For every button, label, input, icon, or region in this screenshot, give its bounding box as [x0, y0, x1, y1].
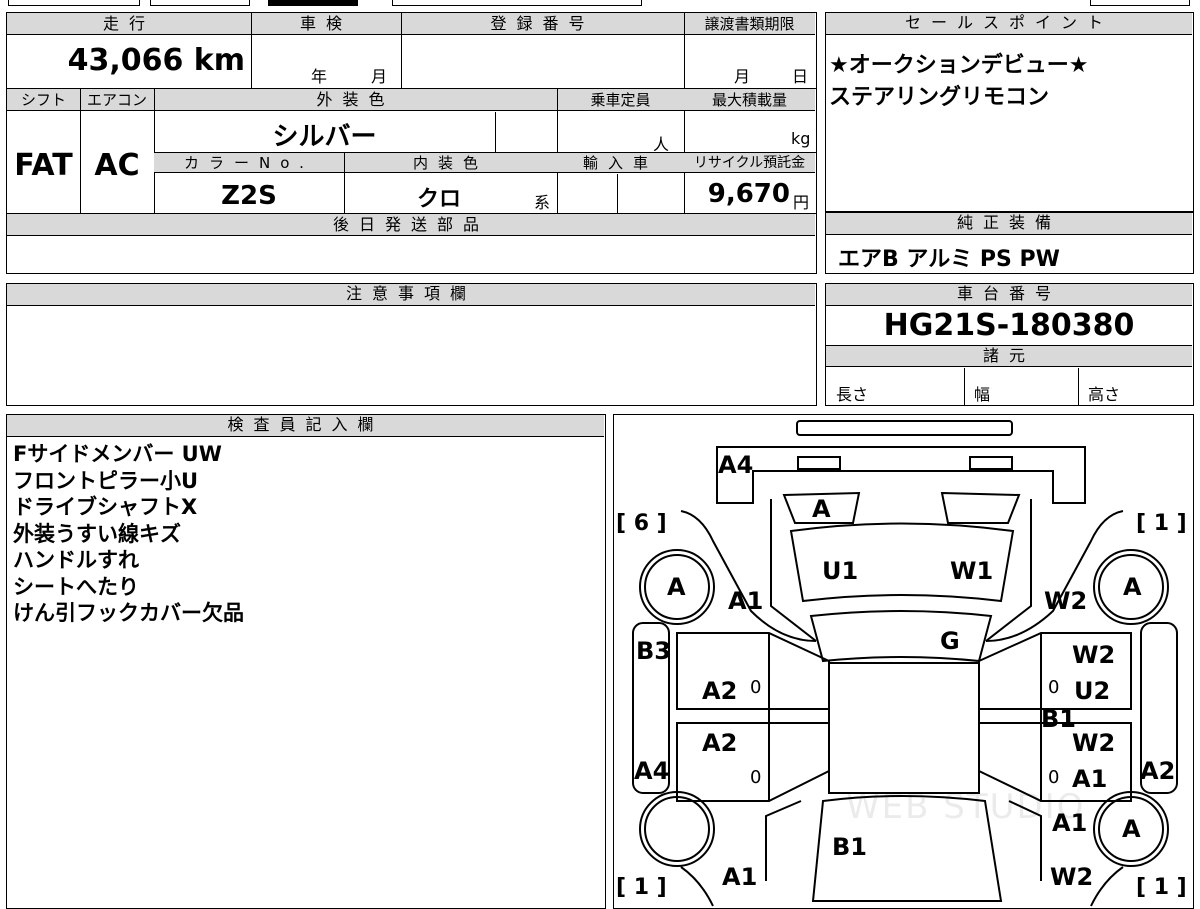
chassis-label: 車台番号 [826, 284, 1192, 306]
inspector-line: シートへたり [13, 574, 139, 599]
mark-A1-left-rear: A1 [722, 863, 758, 891]
mark-U2: U2 [1074, 677, 1111, 705]
genuine-equipment-value: エアB アルミ PS PW [838, 247, 1060, 272]
ac-value: AC [94, 148, 140, 183]
watermark: WEB STUDIO [846, 787, 1086, 827]
mark-W2-right-front: W2 [1044, 587, 1088, 615]
load-unit: kg [791, 129, 811, 148]
mileage-label: 走行 [102, 14, 155, 33]
mark-zero-left-1: 0 [750, 677, 762, 698]
inspector-line: 外装うすい線キズ [13, 521, 181, 546]
registration-label: 登録番号 [490, 14, 595, 33]
mark-W2-right-door: W2 [1072, 641, 1116, 669]
mark-B1-right: B1 [1041, 705, 1076, 733]
mark-A-front: A [812, 495, 831, 523]
transfer-deadline-label: 譲渡書類期限 [704, 15, 795, 33]
width-label: 幅 [974, 385, 991, 404]
mark-B3: B3 [636, 637, 671, 665]
exterior-color-label: 外装色 [316, 90, 395, 109]
inspector-label: 検査員記入欄 [7, 415, 604, 437]
recycle-label: リサイクル預託金 [693, 155, 806, 171]
inspector-line: フロントピラー小U [13, 468, 199, 493]
capacity-label: 乗車定員 [590, 91, 651, 109]
later-parts-label: 後日発送部品 [332, 215, 489, 234]
mark-A4-front: A4 [718, 451, 754, 479]
mark-G: G [940, 627, 960, 655]
mark-A-wheel-fr: A [1123, 573, 1142, 601]
mark-B1-roof: B1 [832, 833, 867, 861]
length-label: 長さ [836, 385, 869, 404]
sales-point-line-2: ステアリングリモコン [829, 85, 1050, 110]
deadline-month: 月 [734, 67, 751, 86]
inspection-label: 車検 [299, 14, 352, 33]
interior-color-value: クロ [416, 187, 461, 212]
notes-label: 注意事項欄 [7, 284, 815, 306]
max-load-label: 最大積載量 [711, 91, 787, 109]
mark-A2-right-side: A2 [1140, 757, 1176, 785]
shift-value: FAT [14, 148, 73, 183]
genuine-equipment-label: 純正装備 [826, 213, 1192, 235]
mark-A2-left-rear-door: A2 [702, 729, 738, 757]
sales-points-label: セールスポイント [826, 13, 1192, 35]
mark-A4-left: A4 [634, 757, 670, 785]
bracket-right-top: [ 1 ] [1136, 511, 1187, 536]
color-no-value: Z2S [221, 181, 277, 211]
mileage-value: 43,066 km [67, 43, 245, 78]
height-label: 高さ [1088, 385, 1121, 404]
mark-A-wheel-rr: A [1122, 815, 1141, 843]
mark-A1-left-front: A1 [728, 587, 764, 615]
damage-diagram-box: A4 A [ 6 ] [ 1 ] U1 W1 A A1 W2 A G B3 W2… [613, 414, 1194, 909]
mark-zero-right-1: 0 [1048, 677, 1060, 698]
shift-label: シフト [20, 91, 66, 109]
year-unit: 年 [311, 67, 328, 86]
sales-points-box: セールスポイント ★オークションデビュー★ ステアリングリモコン [825, 12, 1194, 212]
deadline-day: 日 [792, 67, 809, 86]
interior-suffix: 系 [534, 193, 551, 212]
inspector-line: ドライブシャフトX [13, 495, 198, 519]
inspector-line: Fサイドメンバー UW [13, 442, 222, 466]
month-unit: 月 [371, 67, 388, 86]
ac-label: エアコン [86, 91, 147, 109]
mark-U1: U1 [822, 557, 859, 585]
inspector-line: ハンドルすれ [13, 548, 139, 572]
bracket-right-bottom: [ 1 ] [1136, 875, 1187, 900]
bracket-left-top: [ 6 ] [616, 511, 667, 536]
mark-A2-left-door: A2 [702, 677, 738, 705]
specs-label: 諸元 [982, 346, 1035, 365]
mark-zero-right-2: 0 [1048, 767, 1060, 788]
mark-W1: W1 [950, 557, 994, 585]
import-label: 輸入車 [582, 154, 658, 172]
bracket-left-bottom: [ 1 ] [616, 875, 667, 900]
mark-W2-right-rear: W2 [1050, 863, 1094, 891]
genuine-equipment-box: 純正装備 エアB アルミ PS PW [825, 212, 1194, 274]
notes-box: 注意事項欄 [6, 283, 817, 406]
mark-A-wheel-fl: A [667, 573, 686, 601]
color-no-label: カラーNo. [184, 154, 314, 172]
exterior-color-value: シルバー [272, 122, 377, 152]
mark-W2-right-rear-door: W2 [1072, 729, 1116, 757]
yen-unit: 円 [793, 193, 810, 212]
chassis-number: HG21S-180380 [883, 308, 1135, 343]
recycle-value: 9,670 [707, 179, 790, 209]
sales-point-line-1: ★オークションデビュー★ [829, 53, 1089, 78]
vehicle-info-table: 走行 車検 登録番号 譲渡書類期限 43,066 km 年 月 月 日 シフト … [6, 12, 817, 274]
inspector-line: けん引フックカバー欠品 [13, 601, 244, 625]
chassis-box: 車台番号 HG21S-180380 諸元 長さ 幅 高さ [825, 283, 1194, 406]
inspector-box: 検査員記入欄 Fサイドメンバー UW フロントピラー小U ドライブシャフトX 外… [6, 414, 606, 909]
top-strip [0, 0, 1200, 8]
interior-color-label: 内装色 [412, 154, 488, 172]
inspector-notes: Fサイドメンバー UW フロントピラー小U ドライブシャフトX 外装うすい線キズ… [13, 441, 244, 627]
mark-zero-left-2: 0 [750, 767, 762, 788]
